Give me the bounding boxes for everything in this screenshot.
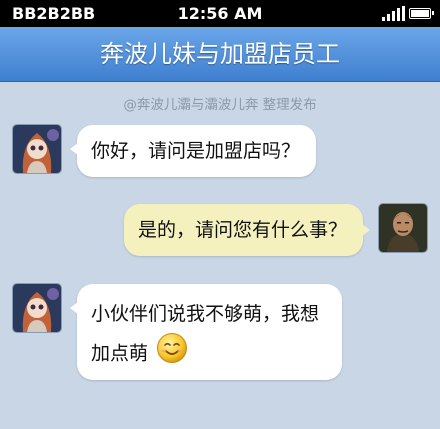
message-bubble[interactable]: 小伙伴们说我不够萌，我想 加点萌: [70, 284, 342, 380]
message-text: 你好，请问是加盟店吗？: [91, 140, 301, 162]
message-text-line: 小伙伴们说我不够萌，我想: [91, 303, 320, 325]
message-text: 是的，请问您有什么事？: [138, 219, 348, 241]
message-text-line: 加点萌: [91, 342, 149, 365]
battery-icon: [409, 8, 434, 19]
smiley-icon: [156, 332, 188, 376]
watermark: @奔波儿灞与灞波儿奔 整理发布: [123, 97, 317, 113]
avatar-girl[interactable]: [13, 284, 61, 332]
avatar-man[interactable]: [379, 204, 427, 252]
chat-title: 奔波儿妹与加盟店员工: [0, 27, 440, 82]
avatar-girl[interactable]: [13, 125, 61, 173]
message-bubble[interactable]: 是的，请问您有什么事？: [124, 204, 370, 256]
message-bubble[interactable]: 你好，请问是加盟店吗？: [70, 125, 316, 177]
signal-icon: [382, 6, 406, 21]
status-bar: BB2B2BB 12:56 AM: [0, 0, 440, 27]
clock: 12:56 AM: [177, 4, 263, 23]
